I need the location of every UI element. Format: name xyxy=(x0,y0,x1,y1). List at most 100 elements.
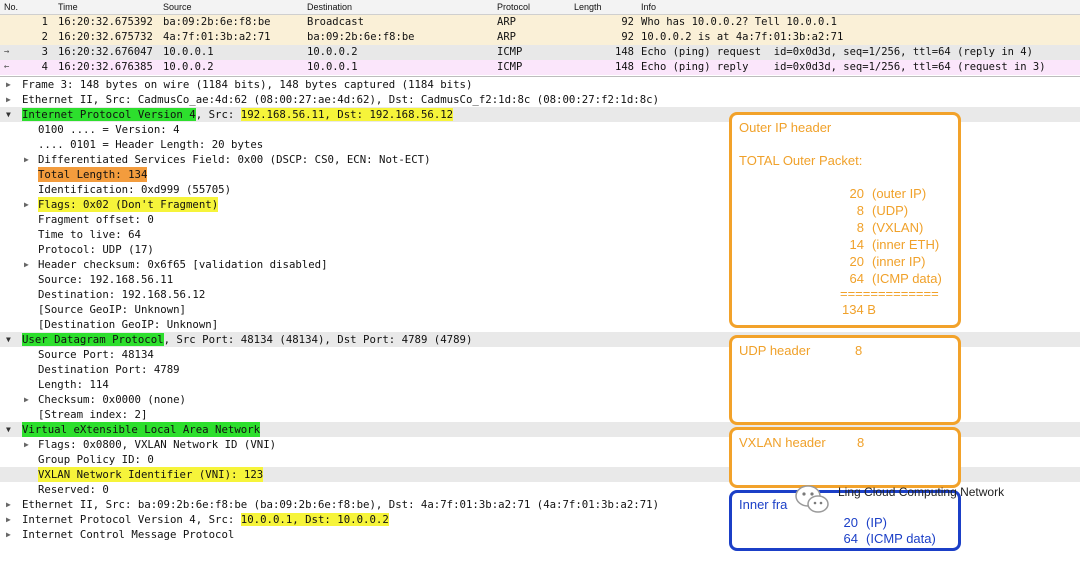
packet-time: 16:20:32.676385 xyxy=(58,61,153,73)
ipv4-title: Internet Protocol Version 4 xyxy=(22,108,196,121)
packet-length: 148 xyxy=(615,46,634,58)
expand-triangle-icon[interactable]: ▶ xyxy=(6,92,11,107)
packet-source: 4a:7f:01:3b:a2:71 xyxy=(163,31,271,43)
field-identification: Identification: 0xd999 (55705) xyxy=(38,183,232,196)
sum-rule: ============= xyxy=(840,286,939,301)
vxlan-header-annotation: VXLAN header 8 xyxy=(729,427,961,488)
size-number: 20 xyxy=(849,254,864,269)
tree-ethernet[interactable]: ▶ Ethernet II, Src: CadmusCo_ae:4d:62 (0… xyxy=(0,92,1080,107)
packet-info: 10.0.0.2 is at 4a:7f:01:3b:a2:71 xyxy=(641,31,844,43)
col-no[interactable]: No. xyxy=(4,2,18,12)
ipv4-sep: , Src: xyxy=(195,108,241,121)
packet-list-header: No. Time Source Destination Protocol Len… xyxy=(0,0,1080,15)
packet-length: 92 xyxy=(621,16,634,28)
size-number: 64 xyxy=(843,531,858,546)
col-info[interactable]: Info xyxy=(641,2,656,12)
col-source[interactable]: Source xyxy=(163,2,192,12)
packet-row[interactable]: 2 16:20:32.675732 4a:7f:01:3b:a2:71 ba:0… xyxy=(0,30,1080,45)
packet-info: Echo (ping) reply id=0x0d3d, seq=1/256, … xyxy=(641,61,1046,73)
packet-info: Who has 10.0.0.2? Tell 10.0.0.1 xyxy=(641,16,837,28)
field-destination-port: Destination Port: 4789 xyxy=(38,363,180,376)
packet-protocol: ICMP xyxy=(497,61,523,73)
wechat-logo-icon xyxy=(795,485,829,513)
packet-protocol: ARP xyxy=(497,16,516,28)
field-destination: Destination: 192.168.56.12 xyxy=(38,288,206,301)
udp-title: User Datagram Protocol xyxy=(22,333,164,346)
size-label: (outer IP) xyxy=(872,186,927,201)
col-length[interactable]: Length xyxy=(574,2,602,12)
vxlan-header-title: VXLAN header xyxy=(739,435,826,450)
field-destination-geoip: [Destination GeoIP: Unknown] xyxy=(38,318,219,331)
size-label: (UDP) xyxy=(872,203,909,218)
field-source-geoip: [Source GeoIP: Unknown] xyxy=(38,303,186,316)
udp-summary: , Src Port: 48134 (48134), Dst Port: 478… xyxy=(163,333,473,346)
size-number: 20 xyxy=(849,186,864,201)
packet-destination: 10.0.0.1 xyxy=(307,61,358,73)
packet-list: No. Time Source Destination Protocol Len… xyxy=(0,0,1080,76)
size-label: (IP) xyxy=(866,515,887,530)
expand-triangle-icon[interactable]: ▶ xyxy=(6,527,11,542)
field-flags: Flags: 0x02 (Don't Fragment) xyxy=(38,197,219,212)
packet-length: 148 xyxy=(615,61,634,73)
expand-triangle-icon[interactable]: ▶ xyxy=(6,497,11,512)
col-protocol[interactable]: Protocol xyxy=(497,2,530,12)
vxlan-header-size: 8 xyxy=(857,435,865,450)
size-label: (inner IP) xyxy=(872,254,926,269)
ipv4-src-dst: 192.168.56.11, Dst: 192.168.56.12 xyxy=(240,108,454,121)
packet-row[interactable]: ← 4 16:20:32.676385 10.0.0.2 10.0.0.1 IC… xyxy=(0,60,1080,75)
tree-frame[interactable]: ▶ Frame 3: 148 bytes on wire (1184 bits)… xyxy=(0,77,1080,92)
field-udp-checksum: Checksum: 0x0000 (none) xyxy=(38,393,186,406)
collapse-triangle-icon[interactable]: ▼ xyxy=(6,107,11,122)
inner-frame-title: Inner fra xyxy=(739,497,788,512)
field-source: Source: 192.168.56.11 xyxy=(38,273,174,286)
size-number: 8 xyxy=(856,203,864,218)
expand-triangle-icon[interactable]: ▶ xyxy=(24,437,29,452)
col-time[interactable]: Time xyxy=(58,2,78,12)
packet-row-selected[interactable]: → 3 16:20:32.676047 10.0.0.1 10.0.0.2 IC… xyxy=(0,45,1080,60)
outer-total: 134 B xyxy=(842,302,876,317)
field-source-port: Source Port: 48134 xyxy=(38,348,154,361)
udp-header-title: UDP header xyxy=(739,343,811,358)
inner-ethernet-label: Ethernet II, Src: ba:09:2b:6e:f8:be (ba:… xyxy=(22,498,660,511)
col-destination[interactable]: Destination xyxy=(307,2,352,12)
watermark-text: Ling Cloud Computing Network xyxy=(838,485,1005,499)
field-group-policy: Group Policy ID: 0 xyxy=(38,453,154,466)
packet-destination: Broadcast xyxy=(307,16,364,28)
packet-time: 16:20:32.675732 xyxy=(58,31,153,43)
packet-no: 1 xyxy=(41,16,48,28)
expand-triangle-icon[interactable]: ▶ xyxy=(24,257,29,272)
field-vxlan-flags: Flags: 0x0800, VXLAN Network ID (VNI) xyxy=(38,438,277,451)
expand-triangle-icon[interactable]: ▶ xyxy=(24,197,29,212)
field-dsf: Differentiated Services Field: 0x00 (DSC… xyxy=(38,153,431,166)
field-reserved: Reserved: 0 xyxy=(38,483,109,496)
packet-destination: ba:09:2b:6e:f8:be xyxy=(307,31,415,43)
size-label: (VXLAN) xyxy=(872,220,924,235)
size-label: (inner ETH) xyxy=(872,237,940,252)
tree-ethernet-label: Ethernet II, Src: CadmusCo_ae:4d:62 (08:… xyxy=(22,93,660,106)
size-number: 8 xyxy=(856,220,864,235)
icmp-label: Internet Control Message Protocol xyxy=(22,528,235,541)
expand-triangle-icon[interactable]: ▶ xyxy=(24,392,29,407)
packet-row[interactable]: 1 16:20:32.675392 ba:09:2b:6e:f8:be Broa… xyxy=(0,15,1080,30)
field-udp-length: Length: 114 xyxy=(38,378,109,391)
outer-ip-title: Outer IP header xyxy=(739,120,832,135)
field-ttl: Time to live: 64 xyxy=(38,228,141,241)
size-label: (ICMP data) xyxy=(872,271,942,286)
packet-time: 16:20:32.675392 xyxy=(58,16,153,28)
outer-packet-subtitle: TOTAL Outer Packet: xyxy=(739,153,863,168)
field-stream-index: [Stream index: 2] xyxy=(38,408,148,421)
size-number: 20 xyxy=(843,515,858,530)
collapse-triangle-icon[interactable]: ▼ xyxy=(6,422,11,437)
expand-triangle-icon[interactable]: ▶ xyxy=(6,77,11,92)
expand-triangle-icon[interactable]: ▶ xyxy=(24,152,29,167)
vxlan-title: Virtual eXtensible Local Area Network xyxy=(22,422,261,437)
packet-destination: 10.0.0.2 xyxy=(307,46,358,58)
field-fragment-offset: Fragment offset: 0 xyxy=(38,213,154,226)
size-number: 14 xyxy=(849,237,864,252)
expand-triangle-icon[interactable]: ▶ xyxy=(6,512,11,527)
size-label: (ICMP data) xyxy=(866,531,936,546)
collapse-triangle-icon[interactable]: ▼ xyxy=(6,332,11,347)
packet-no: 4 xyxy=(41,61,48,73)
field-header-checksum: Header checksum: 0x6f65 [validation disa… xyxy=(38,258,328,271)
field-header-length: .... 0101 = Header Length: 20 bytes xyxy=(38,138,264,151)
